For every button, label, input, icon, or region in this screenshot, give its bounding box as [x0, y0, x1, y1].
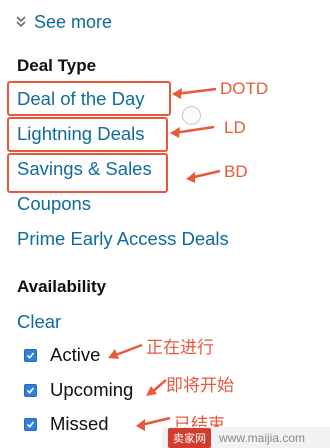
annotation-dotd: DOTD [220, 79, 269, 98]
checkmark-icon [26, 351, 35, 359]
annotation-active: 正在进行 [146, 338, 214, 357]
checkmark-icon [26, 386, 35, 394]
see-more-link[interactable]: See more [14, 9, 112, 35]
annotation-ld: LD [224, 118, 246, 137]
mouse-cursor-icon [182, 106, 201, 125]
checkmark-icon [26, 420, 35, 428]
annotation-arrow-active [108, 343, 143, 359]
savings-and-sales-link[interactable]: Savings & Sales [17, 158, 152, 180]
active-checkbox[interactable] [24, 348, 37, 362]
missed-label: Missed [50, 413, 109, 434]
double-chevron-down-icon [16, 16, 26, 28]
upcoming-label: Upcoming [50, 379, 134, 400]
annotation-arrow-dotd [172, 87, 217, 99]
annotation-arrow-ld [170, 125, 215, 138]
watermark: 卖家网 www.maijia.com [162, 427, 330, 448]
missed-checkbox[interactable] [24, 417, 37, 431]
annotation-arrow-bd [186, 169, 221, 183]
watermark-badge: 卖家网 [168, 427, 211, 448]
annotation-upcoming: 即将开始 [166, 376, 234, 395]
prime-early-access-deals-link[interactable]: Prime Early Access Deals [17, 228, 229, 250]
upcoming-checkbox[interactable] [24, 383, 37, 397]
clear-link[interactable]: Clear [17, 311, 61, 333]
active-option[interactable]: Active [24, 342, 100, 368]
availability-heading: Availability [17, 277, 107, 296]
annotation-bd: BD [224, 162, 248, 181]
lightning-deals-link[interactable]: Lightning Deals [17, 123, 145, 145]
coupons-link[interactable]: Coupons [17, 193, 91, 215]
watermark-url: www.maijia.com [219, 430, 306, 445]
deal-type-heading: Deal Type [17, 56, 97, 75]
missed-option[interactable]: Missed [24, 411, 109, 437]
active-label: Active [50, 344, 101, 365]
see-more-label: See more [34, 11, 113, 32]
annotation-arrow-upcoming [146, 379, 167, 396]
deal-of-the-day-link[interactable]: Deal of the Day [17, 88, 145, 110]
upcoming-option[interactable]: Upcoming [24, 377, 133, 403]
